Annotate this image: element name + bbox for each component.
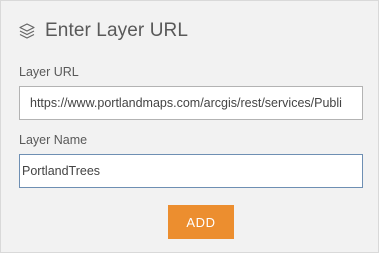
layer-url-label: Layer URL xyxy=(19,65,79,79)
panel-title: Enter Layer URL xyxy=(45,20,189,41)
layer-name-label: Layer Name xyxy=(19,133,88,147)
layers-icon xyxy=(18,22,36,40)
layer-name-input[interactable] xyxy=(19,154,363,188)
enter-layer-url-panel: Enter Layer URL Layer URL Layer Name ADD xyxy=(0,0,379,253)
layer-url-input[interactable] xyxy=(19,86,363,120)
add-button[interactable]: ADD xyxy=(168,205,234,239)
panel-header: Enter Layer URL xyxy=(18,18,188,44)
